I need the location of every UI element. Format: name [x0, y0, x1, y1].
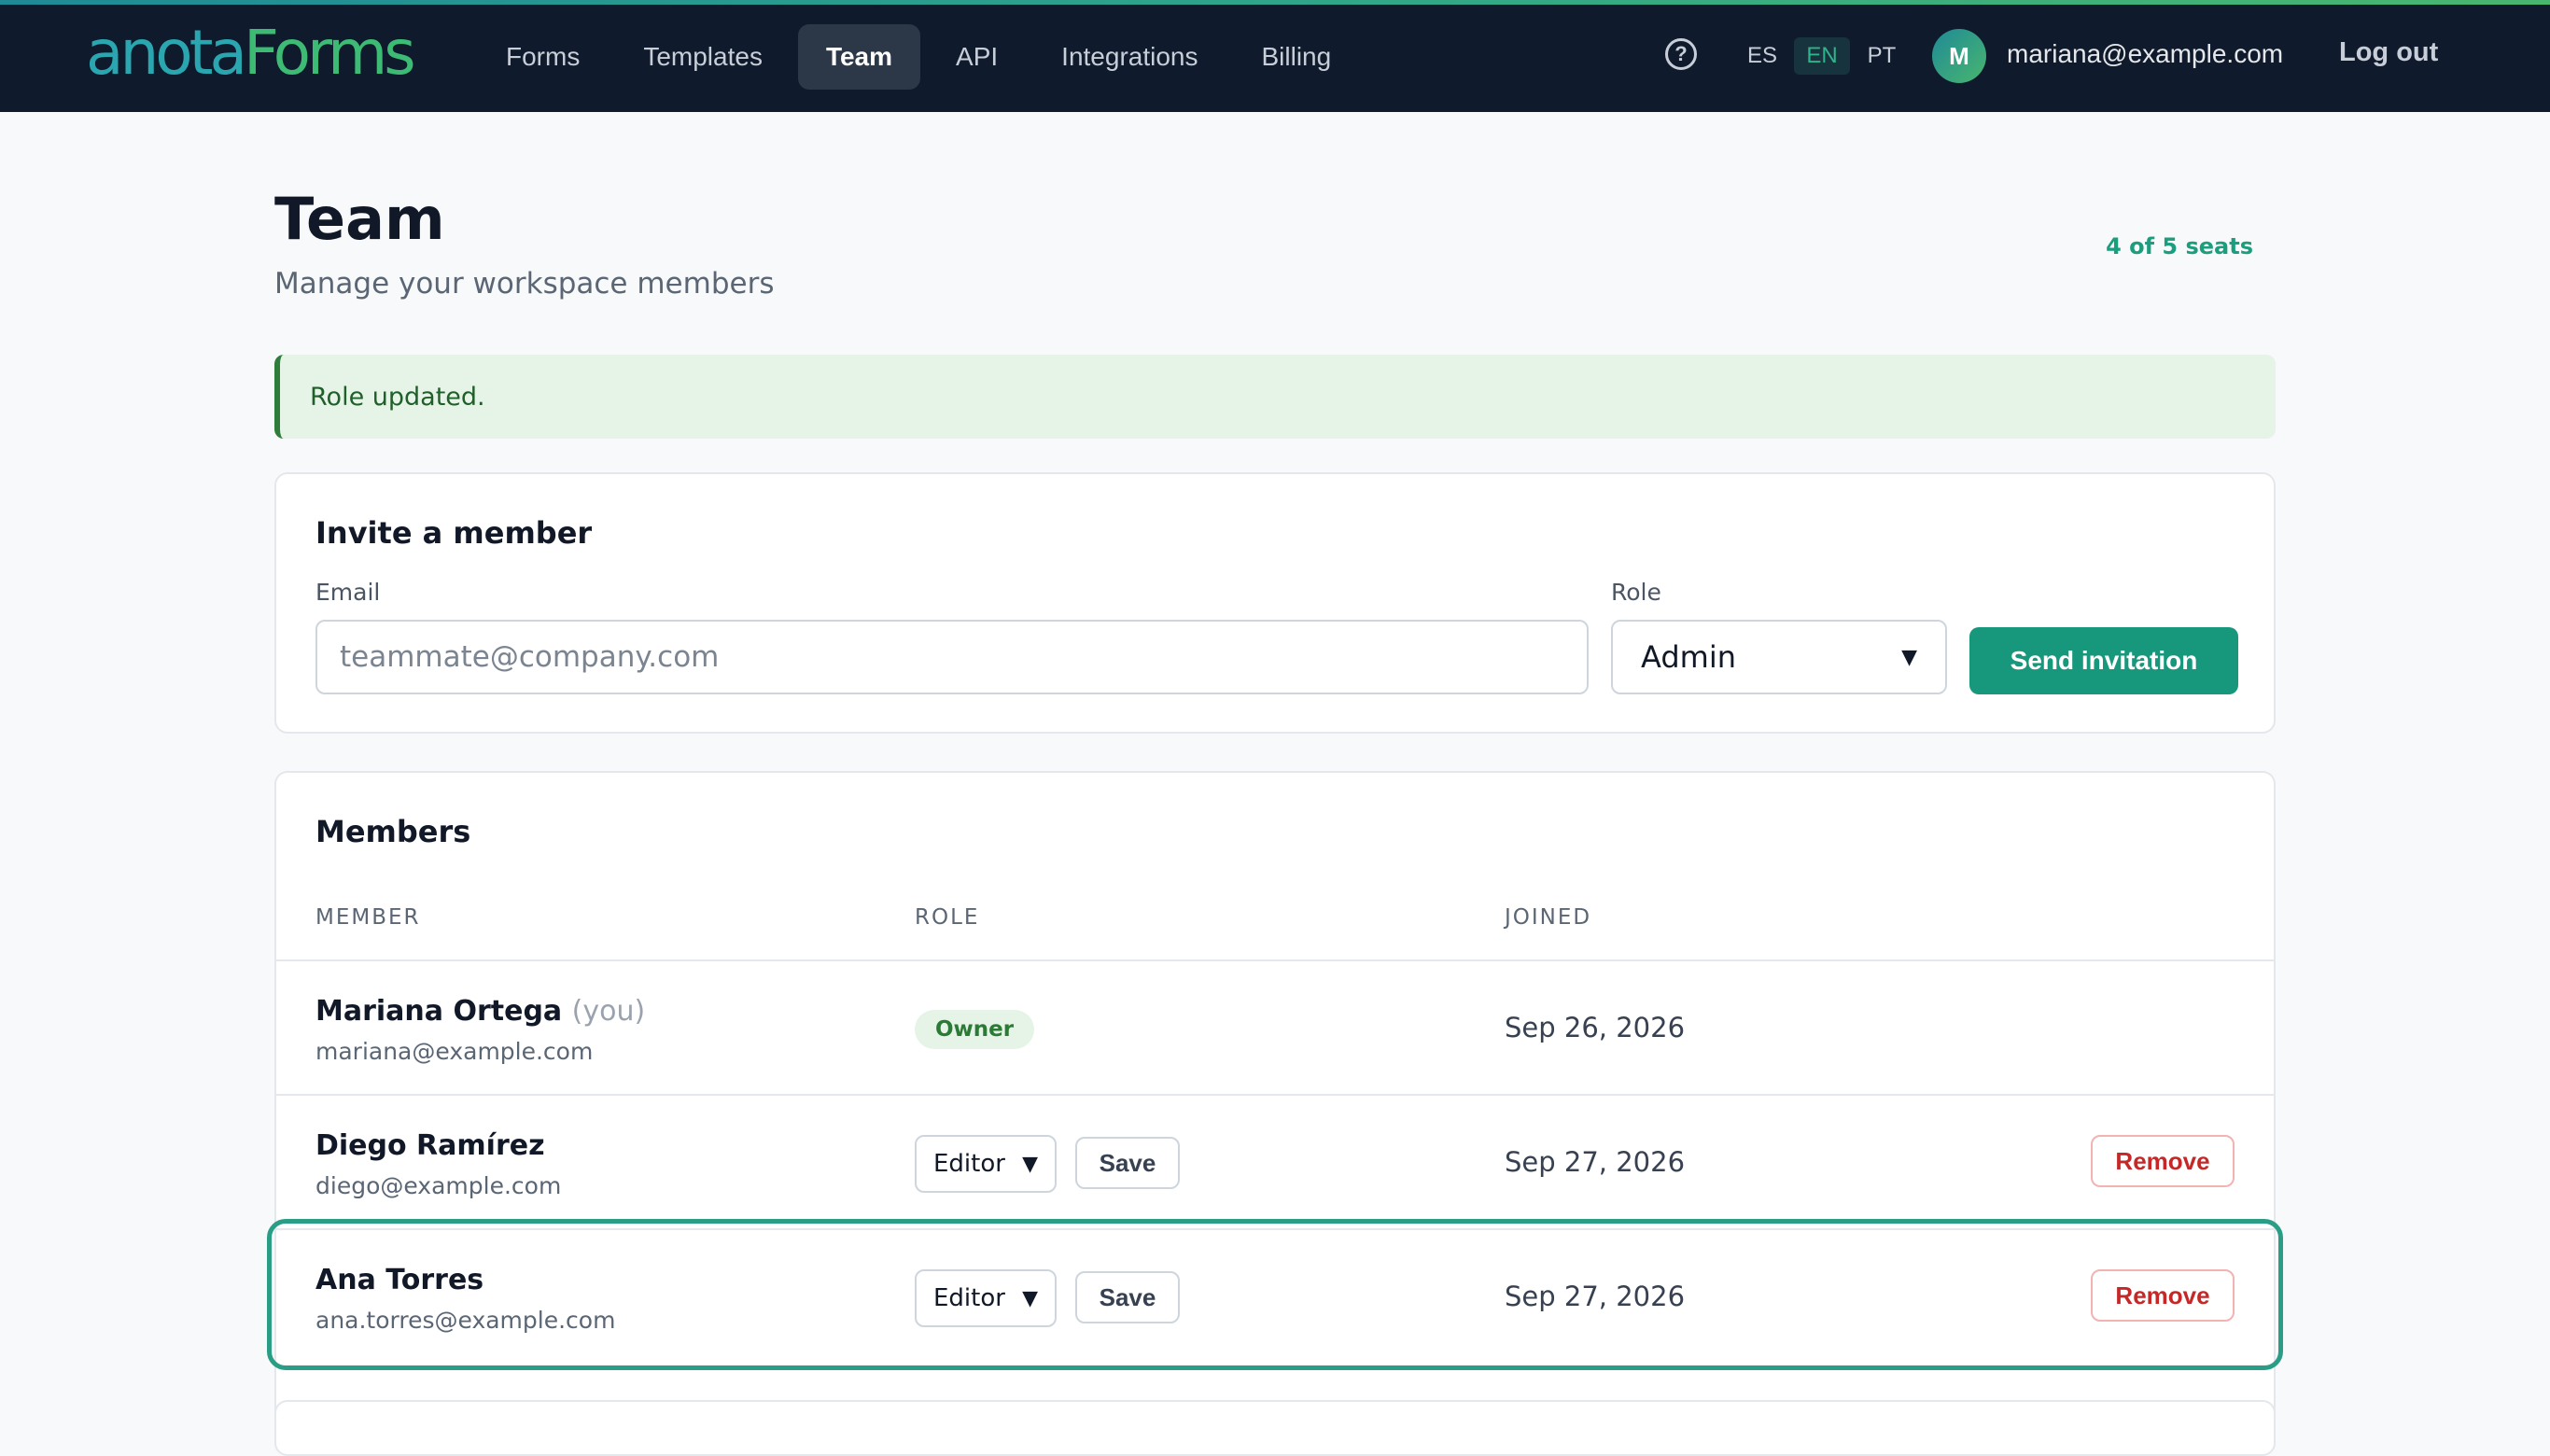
- member-name: Diego Ramírez: [315, 1129, 545, 1162]
- invite-role-select[interactable]: Admin ▼: [1611, 620, 1947, 694]
- logo-text-part2: Forms: [243, 17, 416, 89]
- you-tag: (you): [571, 995, 646, 1028]
- nav-forms[interactable]: Forms: [478, 24, 608, 90]
- main-nav: Forms Templates Team API Integrations Bi…: [478, 24, 1359, 90]
- members-card: Members MEMBER ROLE JOINED Mariana Orteg…: [274, 771, 2276, 1443]
- owner-badge: Owner: [915, 1010, 1035, 1049]
- app-logo[interactable]: anotaForms: [86, 21, 416, 86]
- column-header-member: MEMBER: [315, 905, 421, 930]
- nav-team[interactable]: Team: [797, 24, 921, 90]
- nav-billing[interactable]: Billing: [1234, 24, 1360, 90]
- success-alert: Role updated.: [274, 355, 2276, 439]
- remove-member-button[interactable]: Remove: [2091, 1135, 2235, 1187]
- page-subtitle: Manage your workspace members: [274, 267, 775, 301]
- save-role-button[interactable]: Save: [1075, 1271, 1180, 1323]
- members-title: Members: [315, 814, 471, 849]
- top-accent-line: [0, 0, 2550, 5]
- member-role-value: Editor: [933, 1150, 1005, 1178]
- joined-date: Sep 27, 2026: [1505, 1281, 1686, 1312]
- lang-pt[interactable]: PT: [1854, 37, 1910, 75]
- column-header-role: ROLE: [915, 905, 980, 930]
- role-label: Role: [1611, 579, 1661, 606]
- invite-role-value: Admin: [1641, 639, 1736, 675]
- chevron-down-icon: ▼: [1022, 1286, 1038, 1310]
- language-switcher: ES EN PT: [1734, 37, 1910, 75]
- member-email: mariana@example.com: [315, 1038, 594, 1065]
- invite-email-input[interactable]: [315, 620, 1589, 694]
- invite-title: Invite a member: [315, 515, 593, 551]
- logout-button[interactable]: Log out: [2339, 37, 2438, 68]
- page-title: Team: [274, 185, 445, 253]
- next-card: [274, 1400, 2276, 1456]
- nav-templates[interactable]: Templates: [615, 24, 791, 90]
- nav-integrations[interactable]: Integrations: [1033, 24, 1226, 90]
- top-navbar: anotaForms Forms Templates Team API Inte…: [0, 0, 2550, 112]
- chevron-down-icon: ▼: [1901, 645, 1917, 669]
- member-role-select[interactable]: Editor ▼: [915, 1135, 1057, 1193]
- member-role-value: Editor: [933, 1284, 1005, 1312]
- save-role-button[interactable]: Save: [1075, 1137, 1180, 1189]
- member-email: ana.torres@example.com: [315, 1307, 616, 1334]
- member-name-text: Mariana Ortega: [315, 995, 563, 1028]
- user-email[interactable]: mariana@example.com: [2007, 39, 2283, 69]
- table-row: Mariana Ortega (you) mariana@example.com…: [276, 961, 2274, 1096]
- joined-date: Sep 27, 2026: [1505, 1146, 1686, 1178]
- member-name: Ana Torres: [315, 1264, 484, 1296]
- nav-api[interactable]: API: [928, 24, 1026, 90]
- column-header-joined: JOINED: [1505, 905, 1592, 930]
- table-row: Ana Torres ana.torres@example.com Editor…: [276, 1230, 2274, 1365]
- member-name: Mariana Ortega (you): [315, 995, 645, 1028]
- member-email: diego@example.com: [315, 1172, 562, 1199]
- chevron-down-icon: ▼: [1022, 1152, 1038, 1176]
- logo-text-part1: anota: [86, 17, 247, 89]
- table-row: Diego Ramírez diego@example.com Editor ▼…: [276, 1096, 2274, 1230]
- email-label: Email: [315, 579, 381, 606]
- alert-message: Role updated.: [310, 383, 485, 412]
- lang-en[interactable]: EN: [1794, 37, 1850, 75]
- member-role-select[interactable]: Editor ▼: [915, 1269, 1057, 1327]
- invite-card: Invite a member Email Role Admin ▼ Send …: [274, 472, 2276, 734]
- lang-es[interactable]: ES: [1734, 37, 1790, 75]
- seats-count: 4 of 5 seats: [2106, 233, 2253, 259]
- send-invitation-button[interactable]: Send invitation: [1969, 627, 2238, 694]
- remove-member-button[interactable]: Remove: [2091, 1269, 2235, 1322]
- avatar[interactable]: M: [1932, 29, 1986, 83]
- joined-date: Sep 26, 2026: [1505, 1012, 1686, 1043]
- help-icon[interactable]: ?: [1665, 38, 1697, 70]
